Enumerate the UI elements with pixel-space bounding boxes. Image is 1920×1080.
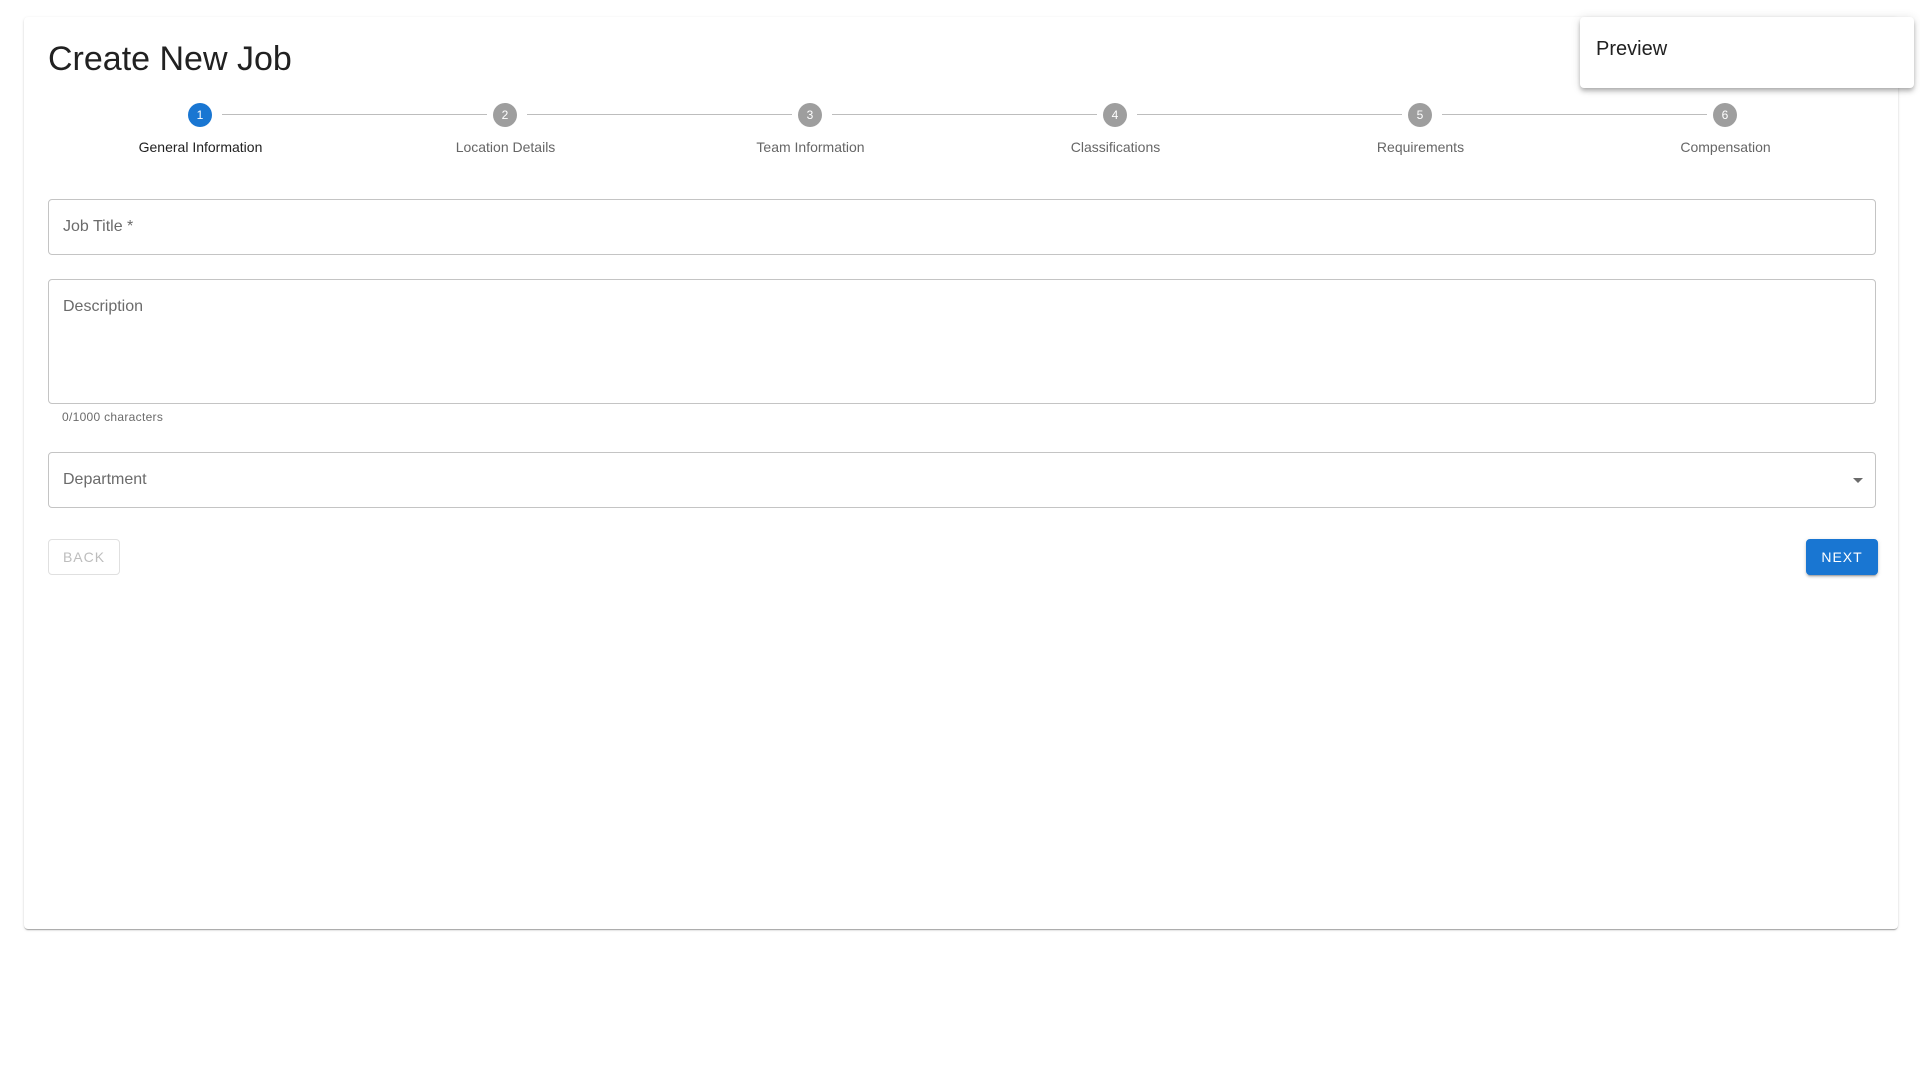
step-number-icon: 5	[1408, 103, 1432, 127]
step-label: General Information	[138, 139, 263, 155]
preview-panel: Preview	[1580, 17, 1914, 88]
step-number-icon: 1	[188, 103, 212, 127]
step-team-information[interactable]: 3 Team Information	[658, 103, 963, 173]
step-label: Classifications	[1070, 139, 1161, 155]
step-requirements[interactable]: 5 Requirements	[1268, 103, 1573, 173]
step-compensation[interactable]: 6 Compensation	[1573, 103, 1878, 173]
step-label: Requirements	[1376, 139, 1465, 155]
step-classifications[interactable]: 4 Classifications	[963, 103, 1268, 173]
step-label: Compensation	[1680, 139, 1771, 155]
job-title-label: Job Title *	[63, 218, 134, 235]
step-number-icon: 4	[1103, 103, 1127, 127]
chevron-down-icon	[1853, 478, 1863, 483]
department-select[interactable]: Department	[48, 452, 1876, 508]
page-title: Create New Job	[48, 40, 292, 78]
preview-title: Preview	[1596, 38, 1668, 60]
stepper: 1 General Information 2 Location Details…	[48, 103, 1878, 173]
back-button[interactable]: BACK	[48, 539, 120, 575]
step-number-icon: 2	[493, 103, 517, 127]
step-label: Location Details	[455, 139, 556, 155]
description-character-count: 0/1000 characters	[62, 410, 164, 424]
step-general-information[interactable]: 1 General Information	[48, 103, 353, 173]
description-label: Description	[63, 298, 144, 315]
step-location-details[interactable]: 2 Location Details	[353, 103, 658, 173]
step-number-icon: 6	[1713, 103, 1737, 127]
next-button[interactable]: NEXT	[1806, 539, 1878, 575]
job-title-field[interactable]: Job Title *	[48, 199, 1876, 255]
step-label: Team Information	[756, 139, 865, 155]
step-number-icon: 3	[798, 103, 822, 127]
description-field[interactable]: Description	[48, 279, 1876, 404]
job-form-card: Create New Job 1 General Information 2 L…	[24, 17, 1898, 929]
department-label: Department	[63, 471, 147, 488]
